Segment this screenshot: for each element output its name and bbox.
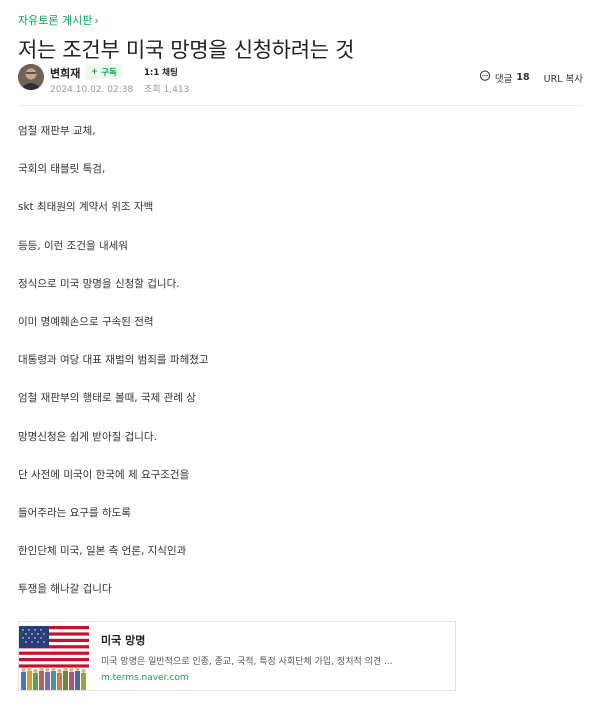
- body-line: 엄철 재판부의 행태로 볼때, 국제 관례 상: [18, 392, 196, 405]
- avatar[interactable]: [18, 64, 44, 90]
- divider: [18, 105, 583, 106]
- body-line: 등등, 이런 조건을 내세워: [18, 239, 128, 252]
- body-line: 망명신청은 쉽게 받아질 겁니다.: [18, 430, 157, 443]
- body-line: skt 최태원의 계약서 위조 자백: [18, 201, 154, 214]
- plus-icon: +: [91, 66, 99, 77]
- comments-label: 댓글: [494, 73, 513, 85]
- body-line: 들어주라는 요구를 하도록: [18, 506, 131, 519]
- body-line: 한인단체 미국, 일본 측 언론, 지식인과: [18, 545, 187, 558]
- body-line: 정식으로 미국 망명을 신청할 겁니다.: [18, 277, 180, 290]
- body-line: 대통령과 여당 대표 재벌의 범죄를 파헤쳤고: [18, 354, 209, 367]
- post-meta: 2024.10.02. 02:38 조회 1,413: [50, 82, 189, 95]
- board-link[interactable]: 자유토론 게시판 ›: [18, 12, 99, 28]
- card-title: 미국 망명: [101, 634, 146, 647]
- card-domain: m.terms.naver.com: [101, 673, 189, 683]
- speech-bubble-icon: [479, 70, 491, 85]
- body-line: 엄철 재판부 교체,: [18, 125, 96, 137]
- card-body: 미국 망명 미국 망명은 일반적으로 인종, 종교, 국적, 특정 사회단체 가…: [89, 622, 455, 690]
- body-line: 단 사전에 미국이 한국에 제 요구조건을: [18, 468, 190, 481]
- chat-label: 1:1 채팅: [144, 67, 178, 78]
- subscribe-label: 구독: [101, 67, 117, 78]
- body-line: 국회의 태블릿 특검,: [18, 163, 106, 176]
- author-row: 변희재 + 구독 1:1 채팅 2024.10.02. 02:38 조회 1,4…: [18, 62, 583, 96]
- body-line: 이미 명예훼손으로 구속된 전력: [18, 315, 154, 328]
- views-count: 1,413: [163, 85, 190, 95]
- comment-button[interactable]: 댓글 18: [479, 70, 530, 85]
- card-description: 미국 망명은 일반적으로 인종, 종교, 국적, 특정 사회단체 가입, 정치적…: [101, 657, 393, 667]
- chevron-right-icon: ›: [94, 13, 99, 27]
- us-flag-image: [19, 622, 89, 690]
- post-actions: 댓글 18 URL 복사: [479, 70, 583, 85]
- url-copy-button[interactable]: URL 복사: [544, 71, 583, 85]
- author-name[interactable]: 변희재: [50, 65, 80, 81]
- body-line: 투쟁을 해나갈 겁니다: [18, 583, 112, 596]
- board-name: 자유토론 게시판: [18, 14, 93, 27]
- post-date: 2024.10.02. 02:38: [50, 85, 134, 95]
- link-preview-card[interactable]: 미국 망명 미국 망명은 일반적으로 인종, 종교, 국적, 특정 사회단체 가…: [18, 621, 456, 691]
- views-label: 조회: [144, 85, 161, 95]
- chat-button[interactable]: 1:1 채팅: [140, 64, 182, 79]
- post-body: 엄철 재판부 교체, 국회의 태블릿 특검, skt 최태원의 계약서 위조 자…: [18, 124, 578, 620]
- post-title: 저는 조건부 미국 망명을 신청하려는 것: [18, 38, 355, 62]
- subscribe-button[interactable]: + 구독: [85, 64, 123, 79]
- comments-count: 18: [516, 72, 530, 83]
